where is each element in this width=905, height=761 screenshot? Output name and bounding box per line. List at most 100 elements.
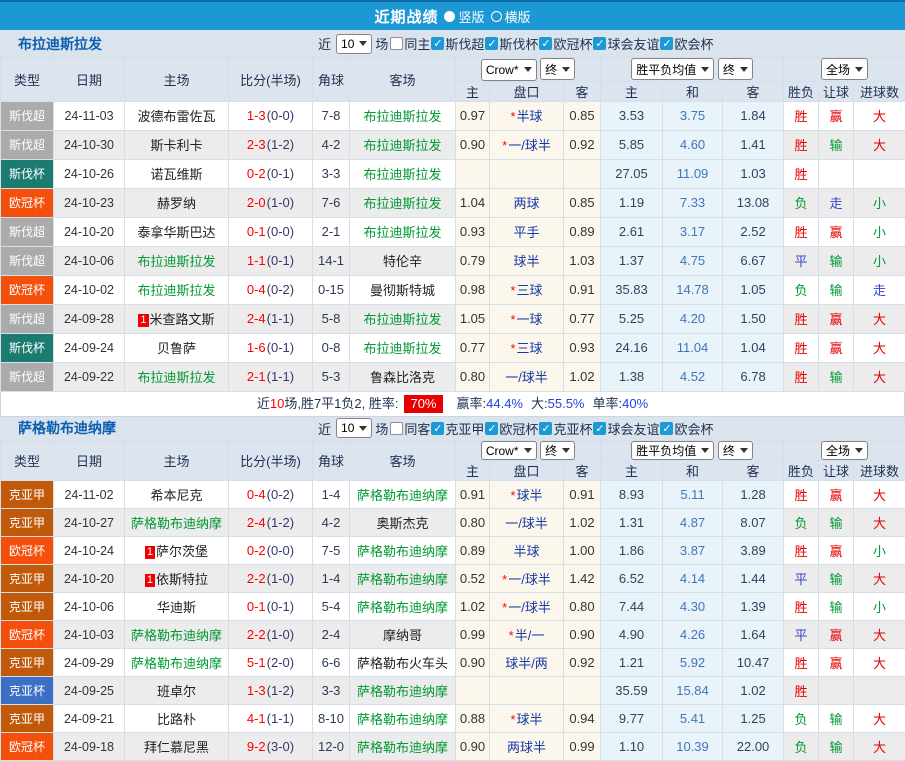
handicap-home-odds: 1.05	[456, 304, 490, 333]
league-filter-checkbox[interactable]: ✓克亚杯	[539, 419, 592, 438]
home-team: 布拉迪斯拉发	[125, 362, 229, 391]
goals-result-cell: 大	[854, 705, 905, 733]
avg-draw-odds: 4.52	[663, 362, 723, 391]
radio-unselected-icon[interactable]	[491, 11, 502, 22]
corners: 8-10	[313, 705, 350, 733]
avg-home-odds: 2.61	[601, 217, 663, 246]
avg-home-odds: 1.19	[601, 188, 663, 217]
handicap-line: 一/球半	[490, 362, 564, 391]
handicap-line: *一/球半	[490, 130, 564, 159]
league-filter-checkbox[interactable]: ✓欧冠杯	[539, 34, 592, 53]
checkbox-checked-icon[interactable]: ✓	[660, 37, 673, 50]
avg-away-odds: 1.04	[723, 333, 784, 362]
checkbox-checked-icon[interactable]: ✓	[485, 422, 498, 435]
avg-draw-odds: 11.09	[663, 159, 723, 188]
goals-result-cell: 大	[854, 333, 905, 362]
dropdown-caret-icon	[524, 67, 532, 72]
handicap-line: *一/球半	[490, 593, 564, 621]
match-row: 斯伐超24-10-30斯卡利卡2-3(1-2)4-2布拉迪斯拉发0.90*一/球…	[1, 130, 905, 159]
checkbox-checked-icon[interactable]: ✓	[431, 37, 444, 50]
handicap-line: 两球半	[490, 733, 564, 761]
near-label: 近	[318, 34, 331, 53]
handicap-result-cell: 输	[819, 705, 854, 733]
odds-provider-select[interactable]: Crow*	[481, 441, 537, 460]
avg-draw-odds: 11.04	[663, 333, 723, 362]
checkbox-checked-icon[interactable]: ✓	[539, 37, 552, 50]
col-date: 日期	[54, 440, 125, 481]
result-cell: 负	[784, 705, 819, 733]
checkbox-checked-icon[interactable]: ✓	[593, 422, 606, 435]
away-team: 奥斯杰克	[350, 509, 456, 537]
checkbox-checked-icon[interactable]: ✓	[485, 37, 498, 50]
handicap-home-odds: 1.04	[456, 188, 490, 217]
checkbox-unchecked-icon[interactable]	[390, 422, 403, 435]
layout-radio-horizontal[interactable]: 横版	[491, 7, 531, 26]
avg-draw-odds: 7.33	[663, 188, 723, 217]
handicap-result-cell	[819, 677, 854, 705]
goals-result-cell: 大	[854, 565, 905, 593]
avg-away-odds: 8.07	[723, 509, 784, 537]
goals-result-cell: 大	[854, 649, 905, 677]
away-team: 鲁森比洛克	[350, 362, 456, 391]
mean-odds-select[interactable]: 胜平负均值	[631, 441, 714, 460]
handicap-line: *一/球半	[490, 565, 564, 593]
checkbox-checked-icon[interactable]: ✓	[431, 422, 444, 435]
league-filter-checkbox[interactable]: ✓欧冠杯	[485, 419, 538, 438]
match-date: 24-10-20	[54, 217, 125, 246]
mean-group-header: 胜平负均值 终	[601, 58, 784, 82]
record-summary: 近10场,胜7平1负2, 胜率:70%赢率:44.4%大:55.5%单率:40%	[0, 392, 905, 417]
avg-draw-odds: 4.75	[663, 246, 723, 275]
handicap-result-cell: 赢	[819, 649, 854, 677]
dropdown-caret-icon	[701, 448, 709, 453]
same-venue-checkbox[interactable]: 同主	[390, 34, 430, 53]
odds-provider-select[interactable]: Crow*	[481, 59, 537, 81]
checkbox-unchecked-icon[interactable]	[390, 37, 403, 50]
col-home: 主场	[125, 440, 229, 481]
score: 9-2(3-0)	[229, 733, 313, 761]
col-mean-draw: 和	[663, 81, 723, 101]
score: 1-6(0-1)	[229, 333, 313, 362]
checkbox-checked-icon[interactable]: ✓	[539, 422, 552, 435]
handicap-line: *球半	[490, 705, 564, 733]
same-venue-checkbox[interactable]: 同客	[390, 419, 430, 438]
layout-radio-vertical[interactable]: 竖版	[444, 7, 484, 26]
away-team: 布拉迪斯拉发	[350, 304, 456, 333]
league-filter-checkbox[interactable]: ✓球会友谊	[593, 419, 659, 438]
league-badge: 克亚甲	[1, 593, 54, 621]
score: 2-4(1-1)	[229, 304, 313, 333]
mean-time-select[interactable]: 终	[718, 58, 753, 80]
handicap-result-cell: 输	[819, 733, 854, 761]
handicap-home-odds: 0.90	[456, 649, 490, 677]
match-count-select[interactable]: 10	[336, 34, 372, 54]
home-team: 贝鲁萨	[125, 333, 229, 362]
handicap-result-cell: 输	[819, 246, 854, 275]
result-cell: 平	[784, 621, 819, 649]
league-filter-checkbox[interactable]: ✓克亚甲	[431, 419, 484, 438]
league-filter-checkbox[interactable]: ✓球会友谊	[593, 34, 659, 53]
score: 0-2(0-1)	[229, 159, 313, 188]
checkbox-checked-icon[interactable]: ✓	[593, 37, 606, 50]
league-filter-checkbox[interactable]: ✓斯伐杯	[485, 34, 538, 53]
league-filter-checkbox[interactable]: ✓欧会杯	[660, 419, 713, 438]
odds-time-select[interactable]: 终	[540, 58, 575, 80]
scope-select[interactable]: 全场	[821, 441, 868, 460]
match-count-select[interactable]: 10	[336, 418, 372, 438]
scope-select[interactable]: 全场	[821, 58, 868, 80]
league-badge: 欧冠杯	[1, 537, 54, 565]
near-label: 近	[318, 419, 331, 438]
team-filter-bar: 布拉迪斯拉发 近 10 场 同主 ✓斯伐超✓斯伐杯✓欧冠杯✓球会友谊✓欧会杯	[0, 30, 905, 57]
dropdown-caret-icon	[740, 448, 748, 453]
league-badge: 克亚甲	[1, 705, 54, 733]
league-badge: 斯伐超	[1, 217, 54, 246]
mean-time-select[interactable]: 终	[718, 441, 753, 460]
handicap-line: *球半	[490, 481, 564, 509]
home-team: 萨格勒布迪纳摩	[125, 621, 229, 649]
odds-time-select[interactable]: 终	[540, 441, 575, 460]
league-filter-checkbox[interactable]: ✓欧会杯	[660, 34, 713, 53]
match-row: 欧冠杯24-10-02布拉迪斯拉发0-4(0-2)0-15曼彻斯特城0.98*三…	[1, 275, 905, 304]
mean-odds-select[interactable]: 胜平负均值	[631, 58, 714, 80]
checkbox-checked-icon[interactable]: ✓	[660, 422, 673, 435]
col-odds-away: 客	[564, 461, 601, 481]
radio-selected-icon[interactable]	[444, 11, 455, 22]
league-filter-checkbox[interactable]: ✓斯伐超	[431, 34, 484, 53]
